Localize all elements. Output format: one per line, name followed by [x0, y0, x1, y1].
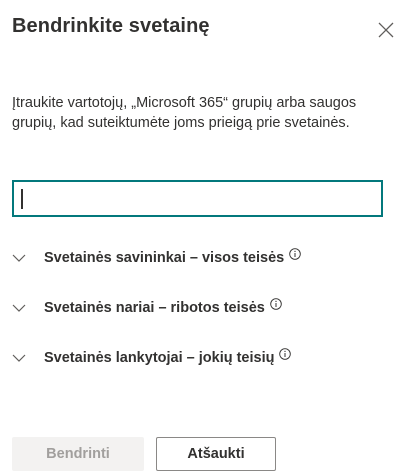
- permission-group-owners[interactable]: Svetainės savininkai – visos teisės: [12, 247, 301, 269]
- permission-group-label: Svetainės nariai – ribotos teisės: [44, 300, 265, 316]
- close-icon: [378, 22, 394, 38]
- info-icon[interactable]: [270, 298, 282, 310]
- permission-group-members[interactable]: Svetainės nariai – ribotos teisės: [12, 297, 282, 319]
- share-button[interactable]: Bendrinti: [12, 437, 144, 471]
- people-picker-box[interactable]: [12, 180, 383, 217]
- permission-group-label: Svetainės savininkai – visos teisės: [44, 250, 285, 266]
- chevron-down-icon: [12, 304, 26, 312]
- chevron-down-icon: [12, 254, 26, 262]
- permission-group-label: Svetainės lankytojai – jokių teisių: [44, 350, 275, 366]
- info-icon[interactable]: [279, 348, 292, 360]
- people-picker-input[interactable]: [14, 182, 381, 215]
- cancel-button[interactable]: Atšaukti: [156, 437, 276, 471]
- close-button[interactable]: [378, 22, 394, 38]
- chevron-down-icon: [12, 354, 26, 362]
- text-cursor: [21, 189, 23, 209]
- panel-title: Bendrinkite svetainę: [12, 15, 210, 37]
- permission-group-visitors[interactable]: Svetainės lankytojai – jokių teisių: [12, 347, 292, 369]
- panel-description: Įtraukite vartotojų, „Microsoft 365“ gru…: [12, 95, 357, 131]
- share-site-panel: Bendrinkite svetainę Įtraukite vartotojų…: [0, 0, 397, 471]
- info-icon[interactable]: [289, 248, 301, 260]
